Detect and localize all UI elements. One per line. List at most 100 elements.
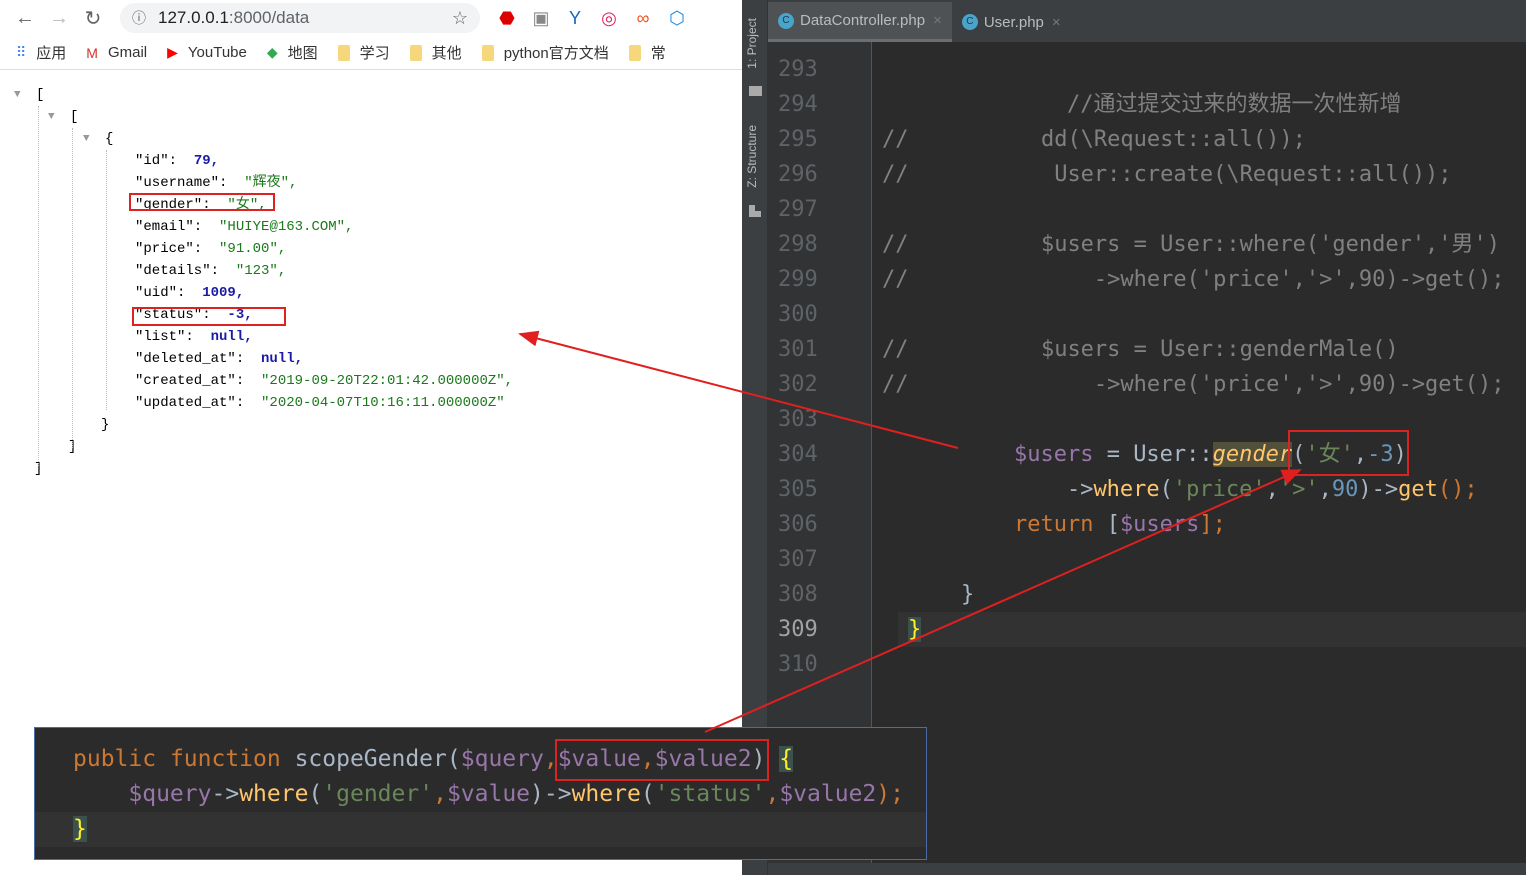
bracket-open: ▼ [: [48, 106, 79, 128]
code-token: 'price': [1172, 477, 1266, 502]
project-tool-tab[interactable]: 1: Project: [745, 18, 759, 69]
tab-label: User.php: [983, 13, 1044, 31]
brace-close-text: }: [101, 417, 110, 433]
bookmark-item[interactable]: 其他: [409, 42, 462, 63]
collapse-triangle-icon[interactable]: ▼: [48, 106, 61, 128]
line-number: 310: [778, 652, 818, 677]
json-field: "email": "HUIYE@163.COM",: [135, 216, 353, 238]
code-token: (: [446, 746, 461, 772]
bookmark-item[interactable]: ⠿ 应用: [16, 42, 66, 63]
structure-icon: [749, 205, 761, 217]
code-line: return [$users];: [908, 507, 1226, 542]
code-token: $users = User::where('gender','男'): [908, 232, 1501, 257]
json-value: "辉夜",: [244, 175, 298, 191]
line-number: 304: [778, 442, 818, 467]
info-icon[interactable]: ⓘ: [132, 8, 146, 28]
extension-icon[interactable]: ▣: [524, 8, 558, 29]
popup-code-line: $query->where('gender',$value)->where('s…: [73, 777, 904, 812]
code-token: //: [882, 232, 909, 257]
line-number: 308: [778, 582, 818, 607]
bookmark-star-icon[interactable]: ☆: [452, 8, 468, 29]
code-token: ->: [211, 781, 240, 807]
code-line: // dd(\Request::all());: [882, 122, 1306, 157]
structure-tool-tab[interactable]: Z: Structure: [745, 125, 759, 188]
address-bar[interactable]: ⓘ 127.0.0.1:8000/data ☆: [120, 3, 480, 33]
indent-guide: [72, 128, 73, 448]
code-token: ->where('price','>',90)->get();: [908, 372, 1505, 397]
json-key: "id":: [135, 153, 186, 169]
line-number: 298: [778, 232, 818, 257]
code-token: dd(\Request::all());: [908, 127, 1306, 152]
youtube-icon: ▶: [167, 44, 178, 60]
line-number: 301: [778, 337, 818, 362]
infinity-extension-icon[interactable]: ∞: [626, 8, 660, 29]
bookmark-item[interactable]: M Gmail: [86, 44, 147, 61]
editor-tab[interactable]: C DataController.php ×: [768, 2, 952, 42]
code-token: [: [1106, 512, 1120, 537]
vue-extension-icon[interactable]: Y: [558, 8, 592, 29]
bracket-open-text: [: [70, 109, 79, 125]
json-key: "price":: [135, 241, 211, 257]
php-class-icon: C: [961, 14, 978, 30]
json-field: "price": "91.00",: [135, 238, 286, 260]
code-line: // ->where('price','>',90)->get();: [882, 367, 1505, 402]
media-extension-icon[interactable]: ◎: [592, 8, 626, 29]
json-field: "uid": 1009,: [135, 282, 244, 304]
bookmark-label: 常: [650, 45, 666, 62]
code-token: )->: [1358, 477, 1399, 502]
adblock-extension-icon[interactable]: ⬣: [490, 8, 524, 29]
line-number: 305: [778, 477, 818, 502]
bracket-open-text: [: [36, 87, 45, 103]
json-field: "details": "123",: [135, 260, 286, 282]
json-key: "updated_at":: [135, 395, 253, 411]
popup-code-line: }: [73, 812, 87, 847]
code-token: gender: [1212, 442, 1293, 467]
editor-tab[interactable]: C User.php ×: [952, 2, 1071, 42]
code-token: ];: [1199, 512, 1226, 537]
json-value: 1009,: [202, 285, 245, 301]
horizontal-scrollbar[interactable]: [768, 863, 1526, 875]
bookmark-item[interactable]: ◆ 地图: [267, 42, 318, 63]
bookmark-item[interactable]: ▶ YouTube: [167, 44, 247, 61]
line-number: 296: [778, 162, 818, 187]
reload-button[interactable]: ↻: [76, 6, 110, 31]
code-token: $query: [128, 781, 212, 807]
code-token: $value: [446, 781, 531, 807]
indent-guide: [38, 106, 39, 466]
back-button[interactable]: ←: [8, 7, 42, 30]
json-key: "list":: [135, 329, 203, 345]
php-class-icon: C: [778, 12, 794, 29]
line-number: 307: [778, 547, 818, 572]
code-line: // User::create(\Request::all());: [882, 157, 1452, 192]
code-line: // $users = User::genderMale(): [882, 332, 1399, 367]
code-token: function: [169, 746, 295, 772]
json-value: null,: [210, 329, 253, 345]
bookmark-item[interactable]: python官方文档: [481, 42, 609, 63]
forward-button[interactable]: →: [42, 7, 76, 30]
code-token: (: [640, 781, 655, 807]
maps-icon: ◆: [266, 44, 278, 60]
json-value: "2020-04-07T10:16:11.000000Z": [261, 395, 505, 411]
brace-close: }: [101, 414, 109, 436]
bookmark-item[interactable]: 常: [628, 42, 666, 63]
args-highlight-box: [1288, 430, 1409, 476]
code-token: where: [239, 781, 309, 807]
collapse-triangle-icon[interactable]: ▼: [83, 128, 96, 150]
apps-grid-icon: ⠿: [16, 44, 27, 60]
close-tab-icon[interactable]: ×: [1052, 14, 1061, 31]
code-token: //: [882, 337, 909, 362]
code-line: //通过提交过来的数据一次性新增: [908, 87, 1402, 122]
bookmark-item[interactable]: 学习: [337, 42, 390, 63]
current-line-highlight: [35, 812, 926, 847]
json-value: "HUIYE@163.COM",: [219, 219, 354, 235]
bookmark-label: YouTube: [187, 44, 247, 61]
status-highlight-box: [132, 307, 286, 326]
collapse-triangle-icon[interactable]: ▼: [14, 84, 27, 106]
bookmark-label: python官方文档: [503, 45, 609, 62]
close-tab-icon[interactable]: ×: [933, 12, 942, 29]
code-token: ,: [1318, 477, 1332, 502]
hex-extension-icon[interactable]: ⬡: [660, 8, 694, 29]
code-token: ->where('price','>',90)->get();: [908, 267, 1505, 292]
